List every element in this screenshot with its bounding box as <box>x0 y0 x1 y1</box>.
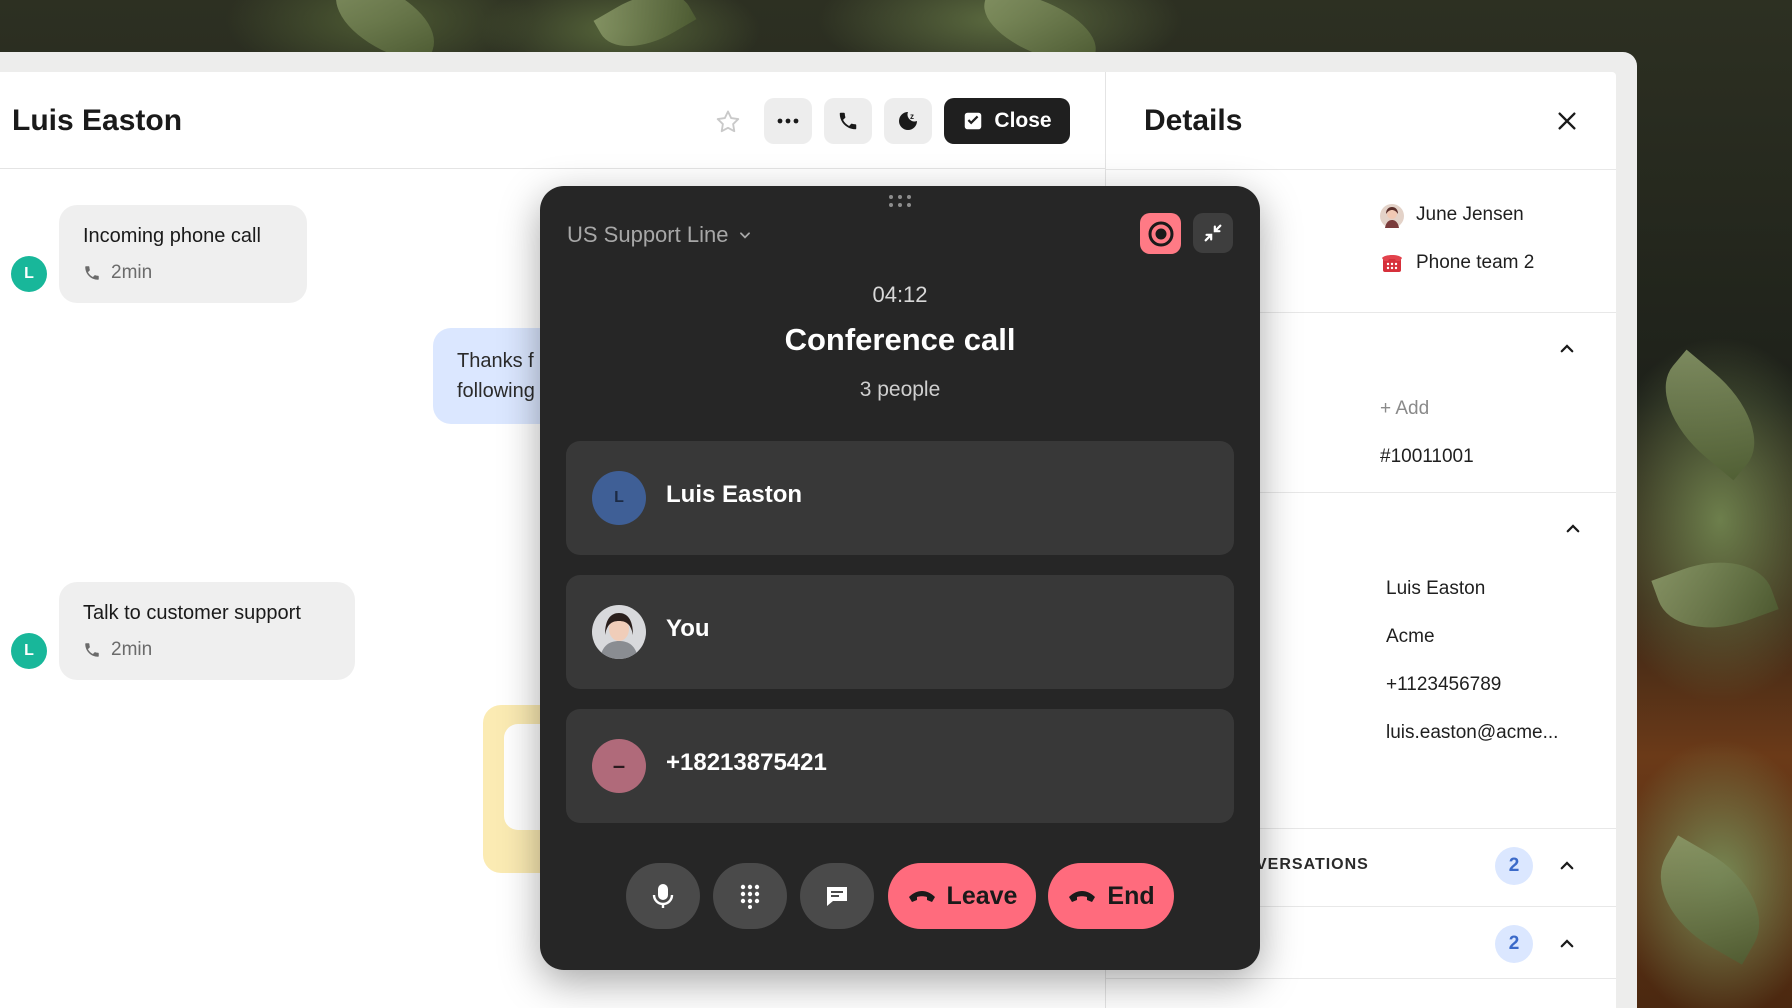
conversations-section-label: VERSATIONS <box>1256 856 1369 873</box>
section-count-badge: 2 <box>1495 925 1533 963</box>
duration-text: 2min <box>111 639 153 660</box>
user-photo-avatar <box>592 605 646 659</box>
close-button-label: Close <box>994 109 1052 132</box>
chevron-up-icon[interactable] <box>1558 857 1576 875</box>
call-widget: US Support Line 04:12 Conference call 3 … <box>540 186 1260 970</box>
participant-row[interactable]: L Luis Easton <box>566 441 1234 555</box>
ellipsis-icon <box>777 118 799 124</box>
phone-icon <box>85 643 99 657</box>
contact-phone[interactable]: +1123456789 <box>1386 674 1501 696</box>
conversations-count-badge: 2 <box>1495 847 1533 885</box>
chevron-up-icon[interactable] <box>1558 935 1576 953</box>
call-event-bubble[interactable]: Incoming phone call 2min <box>59 205 307 303</box>
phone-line-label: US Support Line <box>567 222 729 247</box>
chevron-up-icon[interactable] <box>1564 520 1582 538</box>
svg-text:z: z <box>910 112 914 121</box>
ticket-id: #10011001 <box>1380 446 1474 467</box>
participant-avatar: L <box>592 471 646 525</box>
call-event-title: Incoming phone call <box>83 225 261 247</box>
avatar: L <box>11 256 47 292</box>
participant-name: +18213875421 <box>666 749 827 776</box>
participant-name: You <box>666 615 710 642</box>
duration-text: 2min <box>111 262 153 283</box>
chevron-down-icon <box>740 232 751 239</box>
divider <box>1106 169 1616 170</box>
close-icon[interactable] <box>1556 110 1578 132</box>
snooze-icon: z <box>899 112 917 130</box>
participant-row[interactable]: You <box>566 575 1234 689</box>
call-button[interactable] <box>824 98 872 144</box>
call-duration: 2min <box>83 262 283 284</box>
conversation-header: Luis Easton z Close <box>0 72 1105 169</box>
inbox-check-icon <box>965 112 982 130</box>
participant-name: Luis Easton <box>666 481 803 508</box>
details-title: Details <box>1144 104 1243 137</box>
minimize-button[interactable] <box>1193 213 1233 253</box>
message-icon <box>827 887 847 906</box>
contact-company[interactable]: Acme <box>1386 626 1435 648</box>
participant-avatar: – <box>592 739 646 793</box>
leaf-decoration <box>1651 543 1779 647</box>
drag-handle-icon[interactable] <box>888 194 912 208</box>
contact-name[interactable]: Luis Easton <box>1386 578 1485 600</box>
page-title: Luis Easton <box>12 104 183 137</box>
participant-row[interactable]: – +18213875421 <box>566 709 1234 823</box>
call-title: Conference call <box>784 322 1016 357</box>
end-label: End <box>1107 881 1155 910</box>
avatar: L <box>11 633 47 669</box>
end-call-button[interactable]: End <box>1048 863 1174 929</box>
add-tag-button[interactable]: + Add <box>1380 398 1429 420</box>
phone-icon <box>839 112 857 130</box>
call-timer: 04:12 <box>872 282 928 307</box>
phone-line-selector[interactable]: US Support Line <box>567 222 752 248</box>
participant-count: 3 people <box>859 378 941 401</box>
chevron-up-icon[interactable] <box>1558 340 1576 358</box>
leaf-decoration <box>1638 835 1782 965</box>
collapse-icon <box>1204 224 1222 242</box>
assignee-name[interactable]: June Jensen <box>1416 204 1524 226</box>
record-button[interactable] <box>1140 213 1181 254</box>
contact-email[interactable]: luis.easton@acme... <box>1386 722 1558 744</box>
hang-up-icon <box>1069 891 1096 902</box>
snooze-button[interactable]: z <box>884 98 932 144</box>
team-name[interactable]: Phone team 2 <box>1416 252 1534 274</box>
phone-icon <box>85 266 99 280</box>
chat-button[interactable] <box>800 863 874 929</box>
assignee-avatar <box>1380 204 1404 228</box>
mute-button[interactable] <box>626 863 700 929</box>
leave-label: Leave <box>946 881 1018 910</box>
more-options-button[interactable] <box>764 98 812 144</box>
record-icon <box>1148 221 1173 246</box>
divider <box>1106 978 1616 979</box>
leaf-decoration <box>1641 349 1779 481</box>
hang-up-icon <box>908 891 935 902</box>
star-icon[interactable] <box>714 108 742 136</box>
call-duration: 2min <box>83 639 331 661</box>
dialpad-button[interactable] <box>713 863 787 929</box>
microphone-icon <box>652 884 674 908</box>
leave-call-button[interactable]: Leave <box>888 863 1036 929</box>
telephone-team-icon <box>1382 255 1402 272</box>
call-event-title: Talk to customer support <box>83 602 301 624</box>
close-conversation-button[interactable]: Close <box>944 98 1070 144</box>
call-event-bubble[interactable]: Talk to customer support 2min <box>59 582 355 680</box>
keypad-icon <box>740 884 760 909</box>
